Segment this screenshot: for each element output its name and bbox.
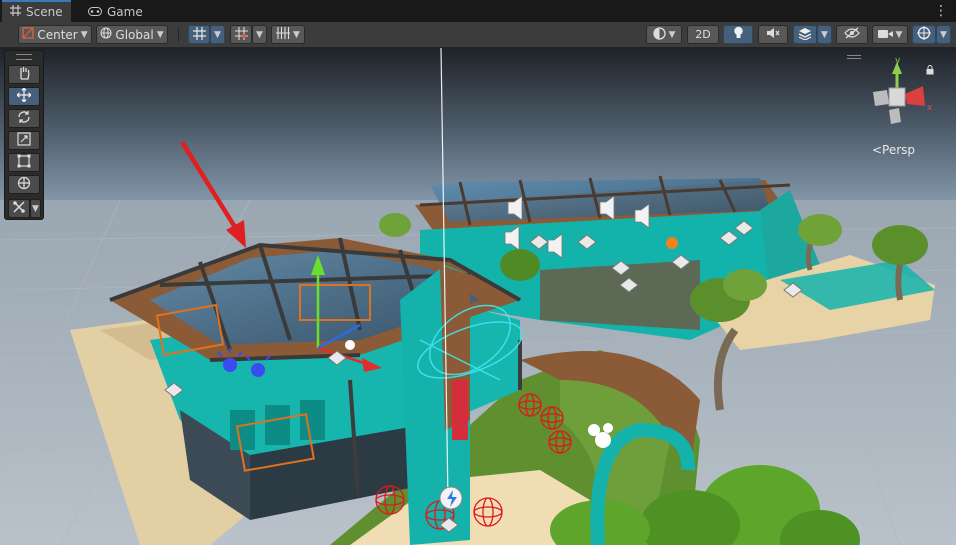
chevron-down-icon: ▼ [940, 29, 947, 40]
chevron-down-icon: ▼ [293, 29, 300, 40]
scene-visibility-toggle[interactable] [836, 25, 868, 44]
eye-hidden-icon [844, 27, 860, 42]
transform-tool-button[interactable] [8, 175, 40, 194]
tab-bar: Scene Game ⋮ [0, 0, 956, 23]
rotate-tool-button[interactable] [8, 109, 40, 128]
tab-scene[interactable]: Scene [2, 0, 71, 22]
increment-snap-button[interactable] [230, 25, 252, 44]
scene-grid-icon [10, 5, 21, 19]
scale-tool-button[interactable] [8, 131, 40, 150]
camera-icon [877, 28, 893, 42]
grid-visibility-dropdown[interactable]: ▼ [271, 25, 305, 44]
pivot-mode-dropdown[interactable]: Center ▼ [18, 25, 92, 44]
hand-tool-button[interactable] [8, 65, 40, 84]
globe-icon [100, 27, 112, 42]
increment-snap-dropdown[interactable]: ▼ [252, 25, 267, 44]
effects-layers-icon [798, 27, 812, 43]
pivot-rotation-dropdown[interactable]: Global ▼ [96, 25, 168, 44]
lightbulb-icon [733, 26, 744, 43]
custom-tools-icon [12, 200, 26, 217]
gamepad-icon [88, 5, 102, 19]
scene-effects-toggle[interactable] [793, 25, 817, 44]
grid-snapping-toggle[interactable] [188, 25, 210, 44]
scene-lighting-toggle[interactable] [723, 25, 753, 44]
custom-tool-button[interactable] [8, 199, 30, 218]
rotate-icon [17, 110, 31, 127]
chevron-down-icon: ▼ [214, 29, 221, 40]
chevron-down-icon: ▼ [80, 29, 88, 40]
panel-menu-icon[interactable] [847, 55, 861, 59]
scene-audio-toggle[interactable] [758, 25, 788, 44]
scene-viewport[interactable]: y x <Persp [0, 48, 956, 545]
chevron-down-icon: ▼ [895, 29, 903, 40]
rect-icon [17, 154, 31, 171]
gizmos-dropdown[interactable]: ▼ [936, 25, 951, 44]
tools-overlay: ▼ [4, 50, 44, 220]
grid-lines-icon [276, 27, 291, 42]
toolbar-divider [178, 27, 179, 42]
increment-snap-icon [234, 26, 248, 43]
chevron-down-icon: ▼ [156, 29, 164, 40]
grid-snap-icon [192, 26, 206, 43]
more-options-icon[interactable]: ⋮ [934, 3, 948, 19]
toggle-2d-button[interactable]: 2D [687, 25, 719, 44]
speaker-muted-icon [766, 27, 780, 42]
camera-settings-dropdown[interactable]: ▼ [872, 25, 908, 44]
shaded-sphere-icon [652, 26, 666, 43]
chevron-down-icon: ▼ [256, 29, 263, 40]
transform-icon [17, 176, 31, 193]
chevron-down-icon: ▼ [668, 29, 676, 40]
chevron-down-icon: ▼ [32, 203, 39, 214]
projection-label[interactable]: <Persp [872, 143, 915, 157]
axis-x-label: x [927, 103, 933, 113]
tab-game[interactable]: Game [80, 2, 151, 22]
gizmos-toggle[interactable] [912, 25, 936, 44]
scene-effects-dropdown[interactable]: ▼ [817, 25, 832, 44]
tab-label: Game [107, 5, 143, 19]
pivot-center-icon [22, 27, 34, 42]
overlay-drag-handle[interactable] [16, 54, 32, 60]
move-arrows-icon [16, 87, 32, 105]
scale-icon [17, 132, 31, 149]
scene-render [0, 48, 956, 545]
draw-mode-dropdown[interactable]: ▼ [646, 25, 682, 44]
chevron-down-icon: ▼ [821, 29, 828, 40]
hand-icon [17, 66, 31, 83]
lock-icon[interactable] [926, 64, 934, 78]
scene-toolbar: Center ▼ Global ▼ ▼ ▼ ▼ ▼ 2D ▼ ▼ ▼ [0, 22, 956, 48]
custom-tool-dropdown[interactable]: ▼ [30, 199, 41, 218]
grid-snapping-dropdown[interactable]: ▼ [210, 25, 225, 44]
axis-y-label: y [895, 56, 901, 66]
rect-tool-button[interactable] [8, 153, 40, 172]
gizmo-globe-icon [917, 26, 931, 43]
tab-label: Scene [26, 5, 63, 19]
move-tool-button[interactable] [8, 87, 40, 106]
